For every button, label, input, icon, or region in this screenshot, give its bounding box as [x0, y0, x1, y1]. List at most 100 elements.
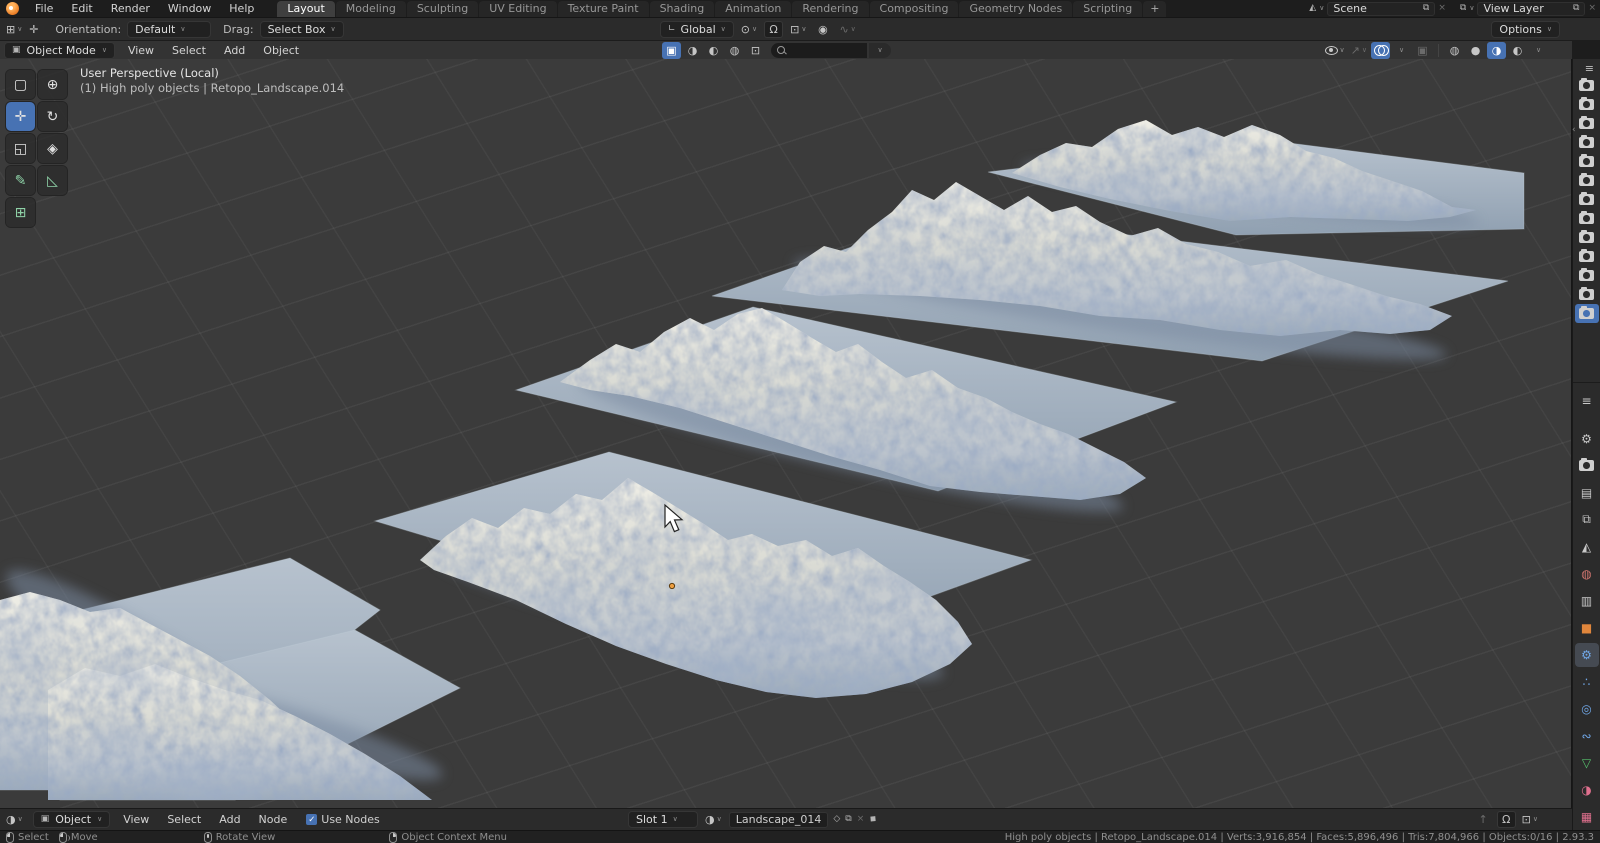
view-layer-name-field[interactable]: View Layer ⧉ [1477, 1, 1586, 16]
outliner-render-toggle[interactable] [1574, 304, 1599, 323]
scene-icon[interactable]: ◭ [1309, 4, 1316, 13]
material-name-field[interactable]: Landscape_014 [728, 811, 829, 828]
tab-uv-editing[interactable]: UV Editing [479, 1, 557, 17]
menu-edit[interactable]: Edit [62, 0, 101, 17]
properties-tab-scene[interactable]: ◭ [1575, 535, 1599, 559]
snap-settings-dropdown[interactable]: ⊡ ∨ [788, 21, 808, 38]
blender-logo-icon[interactable] [6, 2, 19, 15]
drag-dropdown[interactable]: Select Box ∨ [259, 20, 344, 38]
outliner-render-toggle[interactable] [1575, 114, 1599, 133]
properties-editor-type-button[interactable]: ≡ [1575, 389, 1599, 413]
search-input[interactable] [771, 42, 867, 58]
options-dropdown[interactable]: Options ∨ [1491, 20, 1560, 38]
fake-user-shield-icon[interactable]: ◇ [833, 815, 840, 824]
outliner-render-toggle[interactable] [1575, 152, 1599, 171]
tab-modeling[interactable]: Modeling [335, 1, 406, 17]
menu-node[interactable]: Node [250, 811, 297, 828]
shader-type-dropdown[interactable]: ▣ Object ∨ [32, 811, 111, 828]
properties-tab-render[interactable] [1575, 454, 1599, 478]
shading-dropdown[interactable]: ∨ [1529, 42, 1548, 59]
shader-editor-type-button[interactable]: ◑ ∨ [4, 811, 25, 828]
solid-mode-icon-button[interactable]: ▣ [662, 41, 681, 59]
menu-view[interactable]: View [114, 811, 158, 828]
menu-select[interactable]: Select [163, 42, 215, 59]
copy-icon[interactable]: ⧉ [1423, 4, 1429, 13]
outliner-render-toggle[interactable] [1575, 133, 1599, 152]
outliner-render-toggle[interactable] [1575, 247, 1599, 266]
material-browse-button[interactable]: ◑ ∨ [703, 811, 724, 828]
properties-tab-texture[interactable]: ▦ [1575, 805, 1599, 829]
measure-tool-button[interactable]: ◺ [38, 166, 67, 195]
properties-tab-collection[interactable]: ▥ [1575, 589, 1599, 613]
properties-tab-world[interactable]: ◍ [1575, 562, 1599, 586]
viewport-canvas[interactable] [0, 59, 1572, 808]
properties-tab-tool[interactable]: ⚙ [1575, 427, 1599, 451]
orientation-dropdown[interactable]: Default ∨ [127, 20, 212, 38]
menu-add[interactable]: Add [210, 811, 249, 828]
properties-tab-output[interactable]: ▤ [1575, 481, 1599, 505]
shading-material-button[interactable]: ◑ [1487, 41, 1506, 59]
view-layer-browse-chevron[interactable]: ∨ [1469, 5, 1474, 12]
node-snap-toggle[interactable]: Ω [1496, 811, 1516, 828]
tab-scripting[interactable]: Scripting [1073, 1, 1143, 17]
rotate-tool-button[interactable]: ↻ [38, 102, 67, 131]
outliner-render-toggle[interactable] [1575, 228, 1599, 247]
falloff-dropdown[interactable]: ∿ ∨ [837, 21, 857, 38]
shading-rendered-button[interactable]: ◐ [1508, 42, 1527, 59]
properties-tab-constraints[interactable]: ∾ [1575, 724, 1599, 748]
menu-select[interactable]: Select [158, 811, 210, 828]
properties-tab-object-data[interactable]: ▽ [1575, 751, 1599, 775]
add-cube-tool-button[interactable]: ⊞ [6, 198, 35, 227]
tab-geometry-nodes[interactable]: Geometry Nodes [959, 1, 1073, 17]
viewport-3d[interactable]: User Perspective (Local) (1) High poly o… [0, 59, 1572, 808]
gizmos-dropdown[interactable]: ↗ ∨ [1349, 42, 1369, 59]
select-box-tool-button[interactable]: ▢ [6, 70, 35, 99]
properties-tab-object[interactable]: ■ [1575, 616, 1599, 640]
shading-wireframe-button[interactable]: ◍ [1445, 42, 1464, 59]
tab-rendering[interactable]: Rendering [792, 1, 869, 17]
properties-tab-modifiers[interactable]: ⚙ [1574, 642, 1599, 667]
stencil-icon-button[interactable]: ⊡ [746, 42, 765, 59]
xray-toggle[interactable]: ▣ [1413, 42, 1432, 59]
object-visibility-dropdown[interactable]: ∨ [1323, 42, 1347, 59]
annotate-tool-button[interactable]: ✎ [6, 166, 35, 195]
tab-sculpting[interactable]: Sculpting [406, 1, 479, 17]
editor-type-button[interactable]: ⊞ ∨ [4, 21, 24, 38]
menu-file[interactable]: File [26, 0, 62, 17]
snap-toggle[interactable]: Ω [764, 20, 784, 38]
menu-help[interactable]: Help [220, 0, 263, 17]
properties-tab-view-layer[interactable]: ⧉ [1575, 508, 1599, 532]
cursor-tool-button[interactable]: ⊕ [38, 70, 67, 99]
parent-node-button[interactable]: ↑ [1474, 811, 1493, 828]
properties-tab-particles[interactable]: ∴ [1575, 670, 1599, 694]
slot-dropdown[interactable]: Slot 1 ∨ [628, 811, 698, 828]
transform-orientation-dropdown[interactable]: ∟ Global ∨ [660, 20, 734, 38]
search-filter-dropdown[interactable]: ∨ [869, 42, 891, 58]
new-material-icon[interactable]: ⧉ [845, 815, 851, 824]
tab-layout[interactable]: Layout [277, 1, 335, 17]
view-layer-icon[interactable]: ⧉ [1460, 4, 1466, 13]
tab-compositing[interactable]: Compositing [869, 1, 959, 17]
pivot-point-dropdown[interactable]: ⊙ ∨ [739, 21, 759, 38]
menu-object[interactable]: Object [254, 42, 308, 59]
mode-dropdown[interactable]: ▣ Object Mode ∨ [4, 41, 115, 59]
matcap-sphere-icon-button[interactable]: ◑ [683, 42, 702, 59]
menu-render[interactable]: Render [102, 0, 159, 17]
add-workspace-button[interactable]: + [1143, 1, 1167, 17]
outliner-render-toggle[interactable] [1575, 190, 1599, 209]
copy-icon[interactable]: ⧉ [1573, 4, 1579, 13]
pin-icon[interactable]: ◆ [867, 813, 879, 825]
menu-window[interactable]: Window [159, 0, 220, 17]
tab-texture-paint[interactable]: Texture Paint [557, 1, 649, 17]
outliner-render-toggle[interactable] [1575, 76, 1599, 95]
transform-tool-button[interactable]: ◈ [38, 134, 67, 163]
menu-view[interactable]: View [119, 42, 163, 59]
overlays-dropdown[interactable]: ∨ [1392, 42, 1411, 59]
scale-tool-button[interactable]: ◱ [6, 134, 35, 163]
properties-tab-physics[interactable]: ◎ [1575, 697, 1599, 721]
tab-animation[interactable]: Animation [715, 1, 792, 17]
overlays-toggle[interactable] [1371, 41, 1390, 59]
scene-browse-chevron[interactable]: ∨ [1319, 5, 1324, 12]
use-nodes-checkbox[interactable]: ✓ [306, 814, 318, 825]
outliner-render-toggle[interactable] [1575, 171, 1599, 190]
